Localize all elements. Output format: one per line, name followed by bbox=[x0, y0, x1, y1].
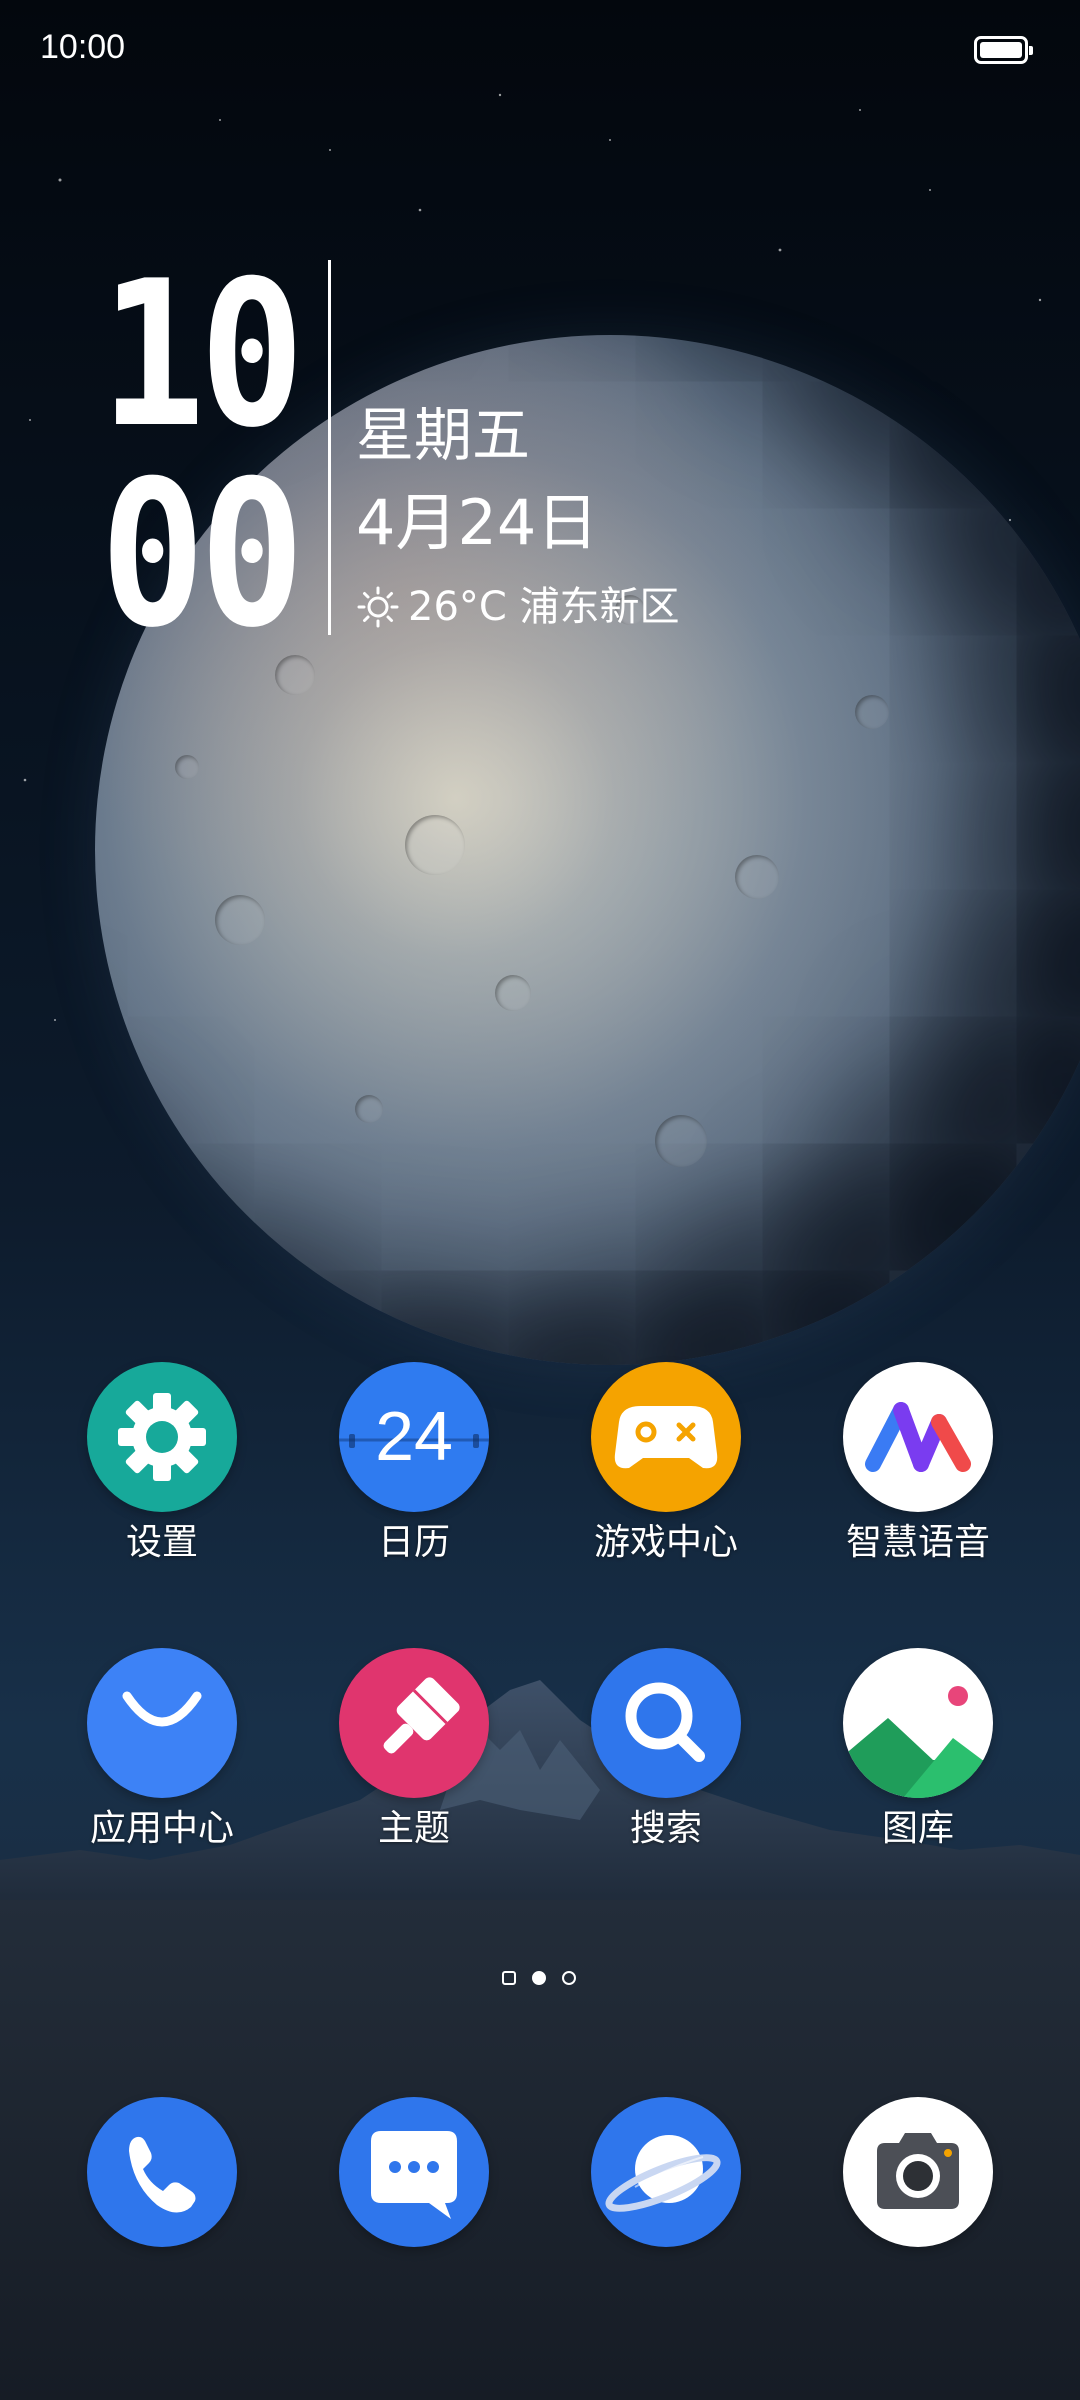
app-settings[interactable]: 设置 bbox=[62, 1362, 262, 1566]
voice-assistant-icon bbox=[843, 1362, 993, 1512]
app-search[interactable]: 搜索 bbox=[566, 1648, 766, 1852]
paintbrush-icon bbox=[339, 1648, 489, 1798]
app-label: 设置 bbox=[125, 1522, 198, 1563]
app-label: 游戏中心 bbox=[593, 1522, 738, 1563]
weather-info[interactable]: 26°C 浦东新区 bbox=[356, 580, 680, 634]
dock-browser[interactable] bbox=[566, 2097, 766, 2247]
browser-icon bbox=[591, 2097, 741, 2247]
app-label: 智慧语音 bbox=[845, 1522, 990, 1563]
weekday-text: 星期五 bbox=[356, 401, 531, 469]
app-label: 搜索 bbox=[629, 1808, 702, 1849]
page-dot[interactable] bbox=[562, 1971, 576, 1985]
app-label: 图库 bbox=[881, 1808, 954, 1849]
clock-hours: 10 bbox=[100, 238, 305, 473]
page-dot-active[interactable] bbox=[532, 1971, 546, 1985]
status-bar: 10:00 bbox=[0, 0, 1080, 100]
app-themes[interactable]: 主题 bbox=[314, 1648, 514, 1852]
camera-icon bbox=[843, 2097, 993, 2247]
dock-camera[interactable] bbox=[818, 2097, 1018, 2247]
calendar-day-number: 24 bbox=[375, 1397, 453, 1475]
clock-minutes: 00 bbox=[100, 438, 305, 673]
app-label: 主题 bbox=[377, 1808, 450, 1849]
app-game-center[interactable]: 游戏中心 bbox=[566, 1362, 766, 1566]
sun-icon bbox=[357, 586, 399, 628]
app-store[interactable]: 应用中心 bbox=[62, 1648, 262, 1852]
app-voice-assistant[interactable]: 智慧语音 bbox=[818, 1362, 1018, 1566]
dock-phone[interactable] bbox=[62, 2097, 262, 2247]
status-time: 10:00 bbox=[40, 28, 126, 66]
dock-messages[interactable] bbox=[314, 2097, 514, 2247]
search-icon bbox=[591, 1648, 741, 1798]
battery-full-icon bbox=[974, 36, 1033, 64]
calendar-icon: 24 bbox=[339, 1362, 489, 1512]
gear-icon bbox=[87, 1362, 237, 1512]
app-gallery[interactable]: 图库 bbox=[818, 1648, 1018, 1852]
messages-icon bbox=[339, 2097, 489, 2247]
page-indicator[interactable] bbox=[500, 1969, 580, 1991]
app-label: 应用中心 bbox=[89, 1808, 234, 1849]
gamepad-icon bbox=[591, 1362, 741, 1512]
app-label: 日历 bbox=[377, 1522, 450, 1563]
page-dot-home[interactable] bbox=[502, 1971, 516, 1985]
phone-icon bbox=[87, 2097, 237, 2247]
widget-divider bbox=[328, 260, 331, 635]
app-calendar[interactable]: 24 日历 bbox=[314, 1362, 514, 1566]
gallery-icon bbox=[843, 1648, 993, 1798]
clock-widget[interactable]: 10 00 bbox=[100, 238, 305, 656]
shopping-bag-icon bbox=[87, 1648, 237, 1798]
weather-text: 26°C 浦东新区 bbox=[408, 584, 680, 630]
date-text[interactable]: 4月24日 bbox=[356, 486, 598, 560]
